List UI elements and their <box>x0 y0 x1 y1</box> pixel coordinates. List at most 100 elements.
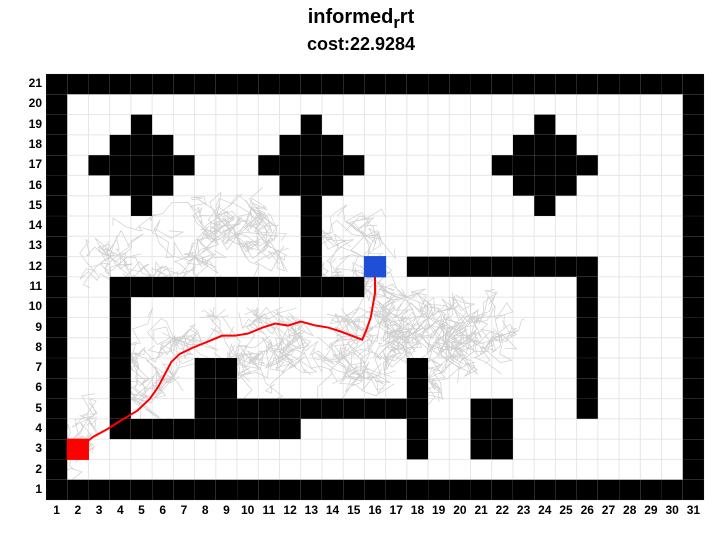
obstacle-cell <box>173 155 194 175</box>
obstacle-cell <box>407 419 428 439</box>
obstacle-cell <box>683 196 704 216</box>
obstacle-cell <box>195 358 216 378</box>
obstacle-cell <box>683 135 704 155</box>
obstacle-cell <box>152 277 173 297</box>
obstacle-cell <box>110 338 131 358</box>
obstacle-cell <box>195 419 216 439</box>
obstacle-cell <box>173 277 194 297</box>
obstacle-cell <box>46 439 67 459</box>
obstacle-cell <box>131 175 152 195</box>
x-tick-label: 21 <box>474 503 488 517</box>
obstacle-cell <box>301 216 322 236</box>
x-tick-label: 12 <box>283 503 297 517</box>
obstacle-cell <box>237 480 258 500</box>
obstacle-cell <box>683 115 704 135</box>
obstacle-cell <box>683 297 704 317</box>
obstacle-cell <box>110 358 131 378</box>
obstacle-cell <box>322 155 343 175</box>
obstacle-cell <box>492 155 513 175</box>
obstacle-cell <box>683 155 704 175</box>
obstacle-cell <box>88 480 109 500</box>
goal-marker <box>364 256 386 277</box>
x-tick-label: 11 <box>263 503 276 517</box>
obstacle-cell <box>322 74 343 94</box>
obstacle-cell <box>683 338 704 358</box>
y-tick-label: 6 <box>20 380 42 394</box>
obstacle-cell <box>364 399 385 419</box>
obstacle-cell <box>492 419 513 439</box>
x-tick-label: 17 <box>390 503 404 517</box>
obstacle-cell <box>110 74 131 94</box>
obstacle-cell <box>46 257 67 277</box>
obstacle-cell <box>46 480 67 500</box>
obstacle-cell <box>449 74 470 94</box>
obstacle-cell <box>152 74 173 94</box>
chart-subtitle: cost:22.9284 <box>0 34 722 55</box>
x-tick-label: 9 <box>223 503 230 517</box>
y-tick-label: 3 <box>20 441 42 455</box>
obstacle-cell <box>258 480 279 500</box>
x-tick-label: 1 <box>53 503 60 517</box>
obstacle-cell <box>67 74 88 94</box>
obstacle-cell <box>598 74 619 94</box>
obstacle-cell <box>683 74 704 94</box>
obstacle-cell <box>279 399 300 419</box>
obstacle-cell <box>577 155 598 175</box>
obstacle-cell <box>683 216 704 236</box>
obstacle-cell <box>131 155 152 175</box>
obstacle-cell <box>131 480 152 500</box>
obstacle-cell <box>577 257 598 277</box>
obstacle-cell <box>386 480 407 500</box>
obstacle-cell <box>428 74 449 94</box>
obstacle-cell <box>216 358 237 378</box>
title-word-1: informed <box>308 6 394 28</box>
obstacle-cell <box>46 338 67 358</box>
obstacle-cell <box>364 74 385 94</box>
y-tick-label: 12 <box>20 259 42 273</box>
x-tick-label: 13 <box>305 503 319 517</box>
obstacle-cell <box>46 196 67 216</box>
obstacle-cell <box>301 480 322 500</box>
obstacle-cell <box>492 480 513 500</box>
y-tick-label: 5 <box>20 401 42 415</box>
obstacle-cell <box>407 358 428 378</box>
obstacle-cell <box>513 257 534 277</box>
obstacle-cell <box>46 175 67 195</box>
obstacle-cell <box>152 155 173 175</box>
obstacle-cell <box>131 196 152 216</box>
obstacle-cell <box>577 74 598 94</box>
obstacle-cell <box>237 419 258 439</box>
obstacle-cell <box>555 155 576 175</box>
obstacle-cell <box>279 135 300 155</box>
obstacle-cell <box>173 480 194 500</box>
obstacle-cell <box>110 155 131 175</box>
y-tick-label: 14 <box>20 218 42 232</box>
obstacle-cell <box>258 74 279 94</box>
obstacle-cell <box>322 480 343 500</box>
obstacle-cell <box>110 480 131 500</box>
title-word-2: rt <box>400 6 414 28</box>
y-tick-label: 9 <box>20 320 42 334</box>
obstacle-cell <box>386 74 407 94</box>
x-tick-label: 7 <box>181 503 188 517</box>
obstacle-cell <box>322 135 343 155</box>
obstacle-cell <box>534 115 555 135</box>
obstacle-cell <box>67 480 88 500</box>
obstacle-cell <box>449 480 470 500</box>
x-tick-label: 31 <box>687 503 701 517</box>
obstacle-cell <box>471 74 492 94</box>
x-tick-label: 26 <box>581 503 595 517</box>
chart-stage: informedrrt cost:22.9284 123456789101112… <box>0 0 722 554</box>
obstacle-cell <box>46 155 67 175</box>
obstacle-cell <box>237 399 258 419</box>
obstacle-cell <box>407 74 428 94</box>
obstacle-cell <box>279 480 300 500</box>
obstacle-cell <box>279 277 300 297</box>
obstacle-cell <box>407 257 428 277</box>
x-tick-label: 22 <box>496 503 510 517</box>
obstacle-cell <box>301 115 322 135</box>
obstacle-cell <box>46 378 67 398</box>
obstacle-cell <box>577 317 598 337</box>
obstacle-cell <box>46 216 67 236</box>
obstacle-cell <box>343 480 364 500</box>
